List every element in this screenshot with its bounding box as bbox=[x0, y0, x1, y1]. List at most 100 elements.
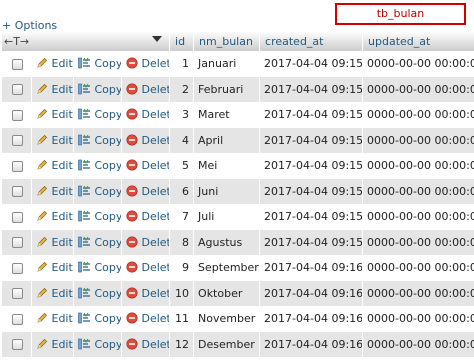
copy-link[interactable]: Copy bbox=[78, 108, 122, 121]
cell-nm-bulan[interactable]: Oktober bbox=[193, 280, 260, 306]
column-header-created-at[interactable]: created_at bbox=[259, 31, 363, 51]
delete-link[interactable]: Delete bbox=[126, 261, 170, 274]
delete-link[interactable]: Delete bbox=[126, 312, 170, 325]
copy-link[interactable]: Copy bbox=[78, 261, 122, 274]
copy-link[interactable]: Copy bbox=[78, 57, 122, 70]
cell-created-at[interactable]: 2017-04-04 09:15:58 bbox=[259, 204, 363, 230]
cell-nm-bulan[interactable]: Maret bbox=[193, 102, 260, 128]
column-header-id[interactable]: id bbox=[169, 31, 194, 51]
copy-link[interactable]: Copy bbox=[78, 185, 122, 198]
cell-updated-at[interactable]: 0000-00-00 00:00:00 bbox=[362, 178, 474, 204]
delete-link[interactable]: Delete bbox=[126, 287, 170, 300]
cell-updated-at[interactable]: 0000-00-00 00:00:00 bbox=[362, 76, 474, 102]
cell-updated-at[interactable]: 0000-00-00 00:00:00 bbox=[362, 331, 474, 357]
cell-updated-at[interactable]: 0000-00-00 00:00:00 bbox=[362, 153, 474, 179]
cell-nm-bulan[interactable]: April bbox=[193, 127, 260, 153]
copy-link[interactable]: Copy bbox=[78, 210, 122, 223]
cell-created-at[interactable]: 2017-04-04 09:15:44 bbox=[259, 178, 363, 204]
copy-link[interactable]: Copy bbox=[78, 236, 122, 249]
cell-nm-bulan[interactable]: Desember bbox=[193, 331, 260, 357]
row-checkbox[interactable] bbox=[12, 160, 23, 172]
copy-link[interactable]: Copy bbox=[78, 338, 122, 351]
cell-updated-at[interactable]: 0000-00-00 00:00:00 bbox=[362, 280, 474, 306]
edit-link[interactable]: Edit bbox=[36, 287, 73, 300]
cell-id[interactable]: 3 bbox=[169, 102, 194, 128]
cell-nm-bulan[interactable]: Februari bbox=[193, 76, 260, 102]
edit-link[interactable]: Edit bbox=[36, 338, 73, 351]
edit-link[interactable]: Edit bbox=[36, 312, 73, 325]
cell-id[interactable]: 1 bbox=[169, 51, 194, 77]
cell-created-at[interactable]: 2017-04-04 09:16:41 bbox=[259, 331, 363, 357]
cell-updated-at[interactable]: 0000-00-00 00:00:00 bbox=[362, 306, 474, 332]
cell-id[interactable]: 10 bbox=[169, 280, 194, 306]
cell-id[interactable]: 6 bbox=[169, 178, 194, 204]
copy-link[interactable]: Copy bbox=[78, 83, 122, 96]
edit-link[interactable]: Edit bbox=[36, 134, 73, 147]
delete-link[interactable]: Delete bbox=[126, 108, 170, 121]
cell-id[interactable]: 8 bbox=[169, 229, 194, 255]
row-checkbox[interactable] bbox=[12, 109, 23, 121]
cell-nm-bulan[interactable]: Januari bbox=[193, 51, 260, 77]
column-header-nm-bulan[interactable]: nm_bulan bbox=[193, 31, 260, 51]
cell-updated-at[interactable]: 0000-00-00 00:00:00 bbox=[362, 229, 474, 255]
cell-nm-bulan[interactable]: November bbox=[193, 306, 260, 332]
sort-dropdown-icon[interactable] bbox=[152, 36, 162, 42]
delete-link[interactable]: Delete bbox=[126, 134, 170, 147]
row-checkbox[interactable] bbox=[12, 288, 23, 300]
cell-updated-at[interactable]: 0000-00-00 00:00:00 bbox=[362, 204, 474, 230]
cell-created-at[interactable]: 2017-04-04 09:16:41 bbox=[259, 306, 363, 332]
row-checkbox[interactable] bbox=[12, 186, 23, 198]
row-checkbox[interactable] bbox=[12, 339, 23, 351]
delete-link[interactable]: Delete bbox=[126, 185, 170, 198]
cell-id[interactable]: 5 bbox=[169, 153, 194, 179]
cell-created-at[interactable]: 2017-04-04 09:15:58 bbox=[259, 229, 363, 255]
cell-id[interactable]: 7 bbox=[169, 204, 194, 230]
row-checkbox[interactable] bbox=[12, 313, 23, 325]
cell-created-at[interactable]: 2017-04-04 09:15:32 bbox=[259, 127, 363, 153]
row-checkbox[interactable] bbox=[12, 135, 23, 147]
row-checkbox[interactable] bbox=[12, 211, 23, 223]
cell-updated-at[interactable]: 0000-00-00 00:00:00 bbox=[362, 102, 474, 128]
column-resize-arrows[interactable]: ←T→ bbox=[0, 31, 170, 51]
cell-nm-bulan[interactable]: Juli bbox=[193, 204, 260, 230]
edit-link[interactable]: Edit bbox=[36, 83, 73, 96]
cell-created-at[interactable]: 2017-04-04 09:15:16 bbox=[259, 76, 363, 102]
copy-link[interactable]: Copy bbox=[78, 134, 122, 147]
edit-link[interactable]: Edit bbox=[36, 57, 73, 70]
edit-link[interactable]: Edit bbox=[36, 108, 73, 121]
row-checkbox[interactable] bbox=[12, 58, 23, 70]
copy-link[interactable]: Copy bbox=[78, 159, 122, 172]
cell-nm-bulan[interactable]: Mei bbox=[193, 153, 260, 179]
cell-created-at[interactable]: 2017-04-04 09:15:32 bbox=[259, 102, 363, 128]
cell-id[interactable]: 4 bbox=[169, 127, 194, 153]
cell-id[interactable]: 9 bbox=[169, 255, 194, 281]
cell-created-at[interactable]: 2017-04-04 09:15:16 bbox=[259, 51, 363, 77]
edit-link[interactable]: Edit bbox=[36, 185, 73, 198]
cell-nm-bulan[interactable]: Agustus bbox=[193, 229, 260, 255]
delete-link[interactable]: Delete bbox=[126, 83, 170, 96]
delete-link[interactable]: Delete bbox=[126, 210, 170, 223]
cell-nm-bulan[interactable]: September bbox=[193, 255, 260, 281]
cell-updated-at[interactable]: 0000-00-00 00:00:00 bbox=[362, 51, 474, 77]
edit-link[interactable]: Edit bbox=[36, 210, 73, 223]
row-checkbox[interactable] bbox=[12, 84, 23, 96]
copy-link[interactable]: Copy bbox=[78, 312, 122, 325]
copy-link[interactable]: Copy bbox=[78, 287, 122, 300]
cell-created-at[interactable]: 2017-04-04 09:15:44 bbox=[259, 153, 363, 179]
column-header-updated-at[interactable]: updated_at bbox=[362, 31, 474, 51]
delete-link[interactable]: Delete bbox=[126, 236, 170, 249]
delete-link[interactable]: Delete bbox=[126, 159, 170, 172]
cell-id[interactable]: 2 bbox=[169, 76, 194, 102]
edit-link[interactable]: Edit bbox=[36, 159, 73, 172]
row-checkbox[interactable] bbox=[12, 262, 23, 274]
delete-link[interactable]: Delete bbox=[126, 57, 170, 70]
edit-link[interactable]: Edit bbox=[36, 261, 73, 274]
cell-updated-at[interactable]: 0000-00-00 00:00:00 bbox=[362, 255, 474, 281]
cell-nm-bulan[interactable]: Juni bbox=[193, 178, 260, 204]
cell-id[interactable]: 12 bbox=[169, 331, 194, 357]
cell-created-at[interactable]: 2017-04-04 09:16:18 bbox=[259, 255, 363, 281]
cell-updated-at[interactable]: 0000-00-00 00:00:00 bbox=[362, 127, 474, 153]
cell-created-at[interactable]: 2017-04-04 09:16:18 bbox=[259, 280, 363, 306]
row-checkbox[interactable] bbox=[12, 237, 23, 249]
delete-link[interactable]: Delete bbox=[126, 338, 170, 351]
